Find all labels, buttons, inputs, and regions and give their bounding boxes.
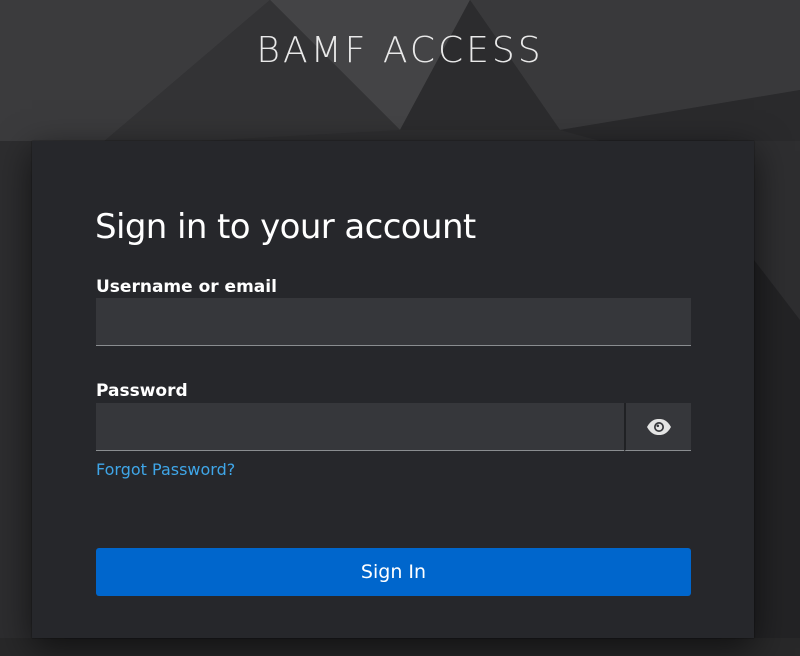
sign-in-button[interactable]: Sign In xyxy=(96,548,691,596)
forgot-password-link[interactable]: Forgot Password? xyxy=(96,460,235,479)
eye-icon xyxy=(646,418,671,435)
page-title: Sign in to your account xyxy=(95,207,476,247)
login-card: Sign in to your account Username or emai… xyxy=(32,141,754,638)
username-input[interactable] xyxy=(96,298,691,346)
password-label: Password xyxy=(96,381,188,401)
username-label: Username or email xyxy=(96,277,277,297)
password-input[interactable] xyxy=(96,403,624,451)
show-password-button[interactable] xyxy=(624,403,691,451)
brand-title: BAMF ACCESS xyxy=(256,30,544,71)
